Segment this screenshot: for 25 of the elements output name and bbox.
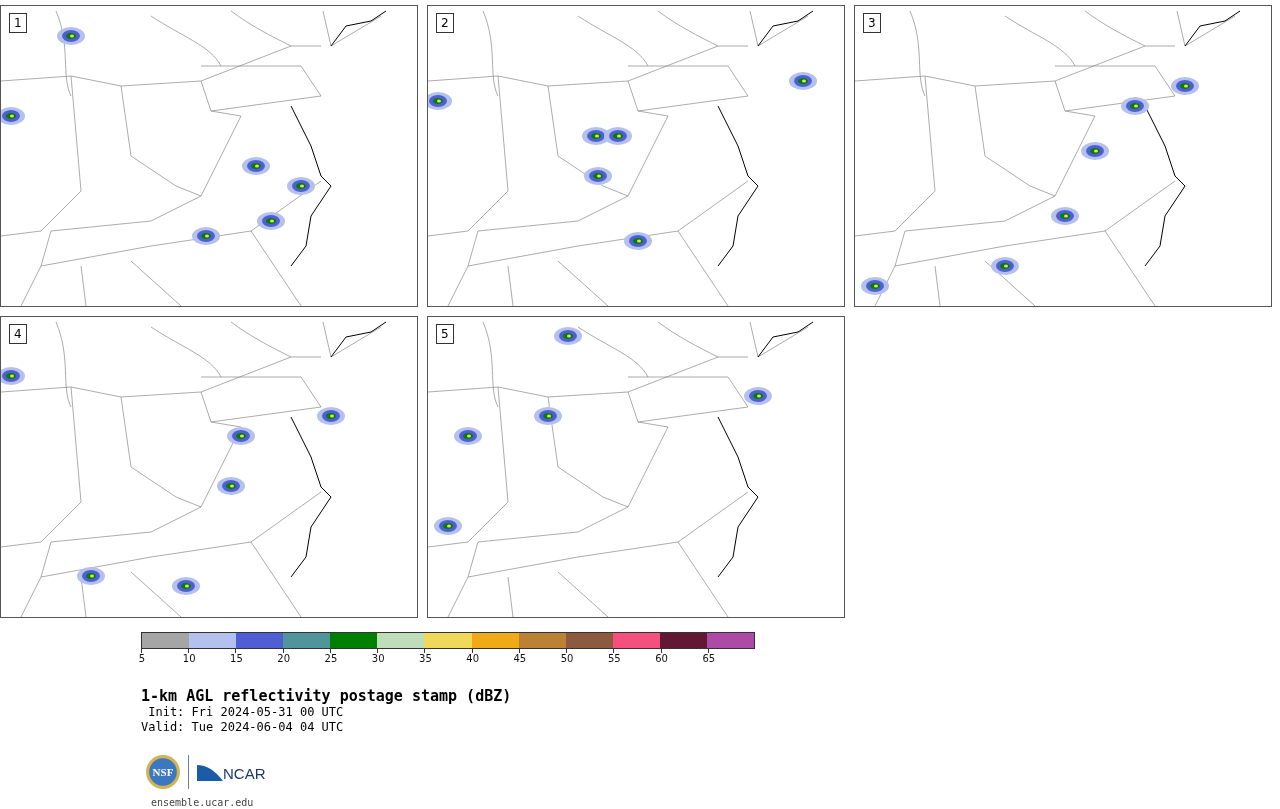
site-address: ensemble.ucar.edu	[150, 797, 255, 808]
tick-label: 50	[560, 653, 574, 664]
logo-text: NCAR	[223, 766, 266, 781]
init-time: Init: Fri 2024-05-31 00 UTC	[147, 705, 345, 720]
tick-label: 60	[655, 653, 668, 664]
tick-label: 45	[513, 653, 527, 664]
tick-label: 20	[277, 653, 291, 664]
swoosh-icon	[197, 763, 223, 781]
tick-label: 5	[138, 653, 146, 664]
tick-label: 25	[324, 653, 338, 664]
tick-label: 35	[419, 653, 432, 664]
tick-label: 65	[702, 653, 716, 664]
panel-number: 4	[9, 324, 27, 344]
tick-label: 30	[371, 653, 385, 664]
panel-number: 3	[863, 13, 881, 33]
panel-number: 5	[436, 324, 454, 344]
panel-number: 2	[436, 13, 454, 33]
seal-logo: NSF	[146, 755, 180, 789]
tick-label: 10	[182, 653, 196, 664]
chart-title: 1-km AGL reflectivity postage stamp (dBZ)	[141, 687, 513, 705]
tick-label: 55	[608, 653, 621, 664]
tick-label: 15	[230, 653, 243, 664]
panel-number: 1	[9, 13, 27, 33]
valid-time: Valid: Tue 2024-06-04 04 UTC	[141, 720, 345, 735]
tick-label: 40	[466, 653, 479, 664]
